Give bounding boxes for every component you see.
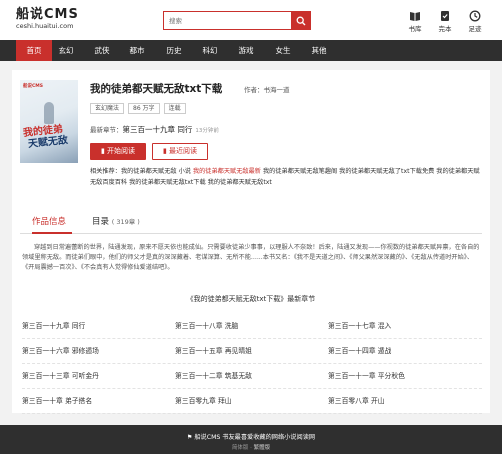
nav-item-dushi[interactable]: 都市 [119, 40, 155, 61]
footer-version: 简体版 · 繁體版 [0, 443, 502, 451]
search-icon [296, 16, 305, 25]
tab-catalog-count: ( 319章 ) [111, 218, 140, 226]
author-label: 作者： [244, 86, 264, 94]
chapter-link[interactable]: 第三百一十五章 再见晴姐 [175, 339, 328, 363]
chapter-link[interactable]: 第三百一十三章 可听金丹 [22, 364, 175, 388]
site-header: 船说CMS ceshi.huaitui.com 书库 完本 [0, 0, 502, 40]
library-link[interactable]: 书库 [400, 10, 430, 33]
chapter-link[interactable]: 第三百零九章 拜山 [175, 389, 328, 413]
book-author: 作者：书海一道 [244, 84, 290, 94]
nav-item-xuanhuan[interactable]: 玄幻 [48, 40, 84, 61]
footer-slogan-text: 船说CMS 书友最喜爱收藏的网络小说阅读网 [194, 434, 316, 441]
logo-domain: ceshi.huaitui.com [16, 22, 74, 30]
search-button[interactable] [291, 12, 310, 29]
nav-item-scifi[interactable]: 科幻 [192, 40, 228, 61]
tab-catalog-label: 目录 [92, 217, 110, 227]
book-title: 我的徒弟都天赋无敌txt下载 [90, 83, 223, 95]
chapter-link[interactable]: 第三百零八章 开山 [328, 389, 481, 413]
nav-item-female[interactable]: 女生 [265, 40, 301, 61]
related-text-1[interactable]: 我的徒弟都天赋无敌 小说 [121, 168, 193, 175]
history-link[interactable]: 足迹 [460, 10, 490, 33]
chapter-link[interactable]: 第三百一十六章 邪修遁场 [22, 339, 175, 363]
book-intro: 穿越到日常遍蕾断的世界，陆通发现，原来不愿天依也能成仙。只需要收徒弟少事事，以理… [22, 244, 480, 271]
chapter-link[interactable]: 第三百一十九章 同行 [22, 314, 175, 338]
chapter-row: 第三百一十三章 可听金丹 第三百一十二章 筑基无敌 第三百一十一章 平分秋色 [22, 364, 482, 389]
book-tags: 玄幻魔法 86 万字 连载 [90, 103, 190, 114]
latest-chapters-heading: 《我的徒弟都天赋无敌txt下载》最新章节 [186, 295, 316, 303]
book-icon [410, 12, 420, 21]
book-cover[interactable]: 船说CMS 我的徒弟 天赋无敌 [20, 80, 78, 163]
search-box [163, 11, 311, 30]
chapter-link[interactable]: 第三百一十二章 筑基无敌 [175, 364, 328, 388]
history-icon [469, 10, 481, 22]
tag-status: 连载 [163, 103, 186, 114]
tag-category[interactable]: 玄幻魔法 [90, 103, 125, 114]
start-reading-label: 开始阅读 [107, 147, 136, 155]
start-reading-button[interactable]: ▮ 开始阅读 [90, 143, 146, 160]
tab-info[interactable]: 作品信息 [32, 215, 72, 234]
chapter-link[interactable]: 第三百一十章 弟子搭名 [22, 389, 175, 413]
nav-item-wuxia[interactable]: 武侠 [84, 40, 120, 61]
related-label: 相关推荐： [90, 168, 121, 175]
latest-label: 最新章节： [90, 126, 123, 134]
recent-reading-button[interactable]: ▮ 最近阅读 [152, 143, 208, 160]
chapter-link[interactable]: 第三百一十一章 平分秋色 [328, 364, 481, 388]
logo-title: 船说CMS [16, 7, 79, 22]
history-label: 足迹 [468, 25, 482, 33]
nav-item-game[interactable]: 游戏 [228, 40, 264, 61]
cover-figure [44, 102, 54, 124]
footer-simplified: 简体版 · [231, 445, 254, 451]
latest-time: 13分钟前 [195, 128, 219, 134]
site-logo[interactable]: 船说CMS ceshi.huaitui.com [16, 7, 79, 31]
tab-catalog[interactable]: 目录 ( 319章 ) [92, 215, 140, 234]
tag-wordcount: 86 万字 [128, 103, 160, 114]
chapter-row: 第三百一十六章 邪修遁场 第三百一十五章 再见晴姐 第三百一十四章 遁战 [22, 339, 482, 364]
nav-item-home[interactable]: 首页 [16, 40, 52, 61]
book-tabs: 作品信息 目录 ( 319章 ) [20, 210, 482, 234]
header-shortcuts: 书库 完本 足迹 [400, 10, 490, 33]
footer-slogan: ⚑ 船说CMS 书友最喜爱收藏的网络小说阅读网 [0, 432, 502, 441]
chapter-row: 第三百一十九章 同行 第三百一十八章 洗脑 第三百一十七章 混入 [22, 314, 482, 339]
chapter-link[interactable]: 第三百一十七章 混入 [328, 314, 481, 338]
chapter-link[interactable]: 第三百一十八章 洗脑 [175, 314, 328, 338]
site-footer: ⚑ 船说CMS 书友最喜爱收藏的网络小说阅读网 简体版 · 繁體版 [0, 425, 502, 454]
related-recommendations: 相关推荐：我的徒弟都天赋无敌 小说 我的徒弟都天赋无敌最新 我的徒弟都天赋无敌笔… [90, 166, 482, 188]
chapter-link[interactable]: 第三百一十四章 遁战 [328, 339, 481, 363]
finished-link[interactable]: 完本 [430, 10, 460, 33]
author-name[interactable]: 书海一道 [264, 86, 290, 94]
recent-reading-label: 最近阅读 [169, 147, 198, 155]
nav-item-other[interactable]: 其他 [301, 40, 337, 61]
latest-chapter-line: 最新章节：第三百一十九章 同行 13分钟前 [90, 124, 219, 135]
cover-brand: 船说CMS [23, 84, 44, 89]
related-highlight[interactable]: 我的徒弟都天赋无敌最新 [193, 168, 261, 175]
latest-chapter-link[interactable]: 第三百一十九章 同行 [123, 125, 193, 134]
finished-icon [441, 11, 449, 21]
library-label: 书库 [408, 25, 422, 33]
finished-label: 完本 [438, 25, 452, 33]
nav-item-history[interactable]: 历史 [156, 40, 192, 61]
main-nav: 首页 玄幻 武侠 都市 历史 科幻 游戏 女生 其他 [0, 40, 502, 61]
chapter-row: 第三百一十章 弟子搭名 第三百零九章 拜山 第三百零八章 开山 [22, 389, 482, 414]
book-detail-panel: 船说CMS 我的徒弟 天赋无敌 我的徒弟都天赋无敌txt下载 作者：书海一道 玄… [12, 70, 490, 414]
search-input[interactable] [164, 12, 292, 29]
traditional-link[interactable]: 繁體版 [254, 445, 271, 451]
latest-chapter-list: 第三百一十九章 同行 第三百一十八章 洗脑 第三百一十七章 混入 第三百一十六章… [22, 314, 482, 414]
